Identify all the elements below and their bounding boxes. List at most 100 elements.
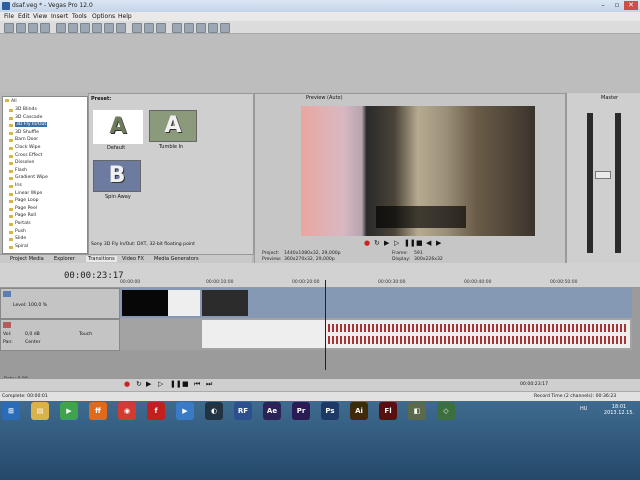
taskbar-app-icon[interactable]: ◐ [205,402,223,420]
save-icon[interactable] [28,23,38,33]
preset-tumble-thumb[interactable]: A [149,110,197,142]
taskbar-chrome-icon[interactable]: ◉ [118,402,136,420]
envelope-tool-icon[interactable] [184,23,194,33]
taskbar-app2-icon[interactable]: ◧ [408,402,426,420]
tree-item[interactable]: Portals [15,221,31,226]
play-icon[interactable]: ▶ [384,239,389,247]
tree-item[interactable]: Cross Effect [15,153,42,158]
tree-item[interactable]: 3D Cascade [15,115,42,120]
taskbar-ae-icon[interactable]: Ae [263,402,281,420]
next-frame-icon[interactable]: ▶ [436,239,441,247]
video-track-header[interactable]: Level: 100,0 % [0,288,120,319]
taskbar-explorer-icon[interactable]: ▤ [31,402,49,420]
tree-item[interactable]: Push [15,229,26,234]
edit-tool-icon[interactable] [172,23,182,33]
menu-help[interactable]: Help [118,13,132,20]
zoom-tool-icon[interactable] [208,23,218,33]
tab-transitions[interactable]: Transitions [86,256,117,262]
minimize-button[interactable]: – [596,1,610,10]
tree-item[interactable]: Page Loop [15,198,39,203]
taskbar-fl-icon[interactable]: Fl [379,402,397,420]
go-to-end-icon[interactable]: ⏭ [206,380,212,389]
loop-icon[interactable]: ↻ [374,239,380,247]
stop-icon[interactable]: ■ [416,239,423,247]
maximize-button[interactable]: ▫ [610,1,624,10]
taskbar-vegas-icon[interactable]: ▶ [176,402,194,420]
autocrossfade-icon[interactable] [144,23,154,33]
pause-icon[interactable]: ❚❚ [404,239,416,247]
audio-track-header[interactable]: Vol: 0,0 dB Pan: Center Touch [0,319,120,351]
pan-value[interactable]: Center [25,340,40,345]
transitions-tree[interactable]: All 3D Blinds 3D Cascade 3D Fly In/Out 3D S… [2,96,88,254]
tree-item[interactable]: 3D Fly In/Out [15,122,48,128]
tree-item[interactable]: Linear Wipe [15,191,42,196]
taskbar-pr-icon[interactable]: Pr [292,402,310,420]
transition-clip[interactable] [168,290,200,316]
snap-icon[interactable] [132,23,142,33]
system-clock[interactable]: 18:01 2013.12.15. [600,404,638,416]
tree-item[interactable]: Barn Door [15,137,38,142]
properties-icon[interactable] [40,23,50,33]
ripple-icon[interactable] [156,23,166,33]
preset-default-thumb[interactable]: A [93,110,143,144]
audio-track[interactable] [120,318,632,350]
tab-media-generators[interactable]: Media Generators [154,256,199,262]
render-icon[interactable] [56,23,66,33]
tree-item[interactable]: 3D Shuffle [15,130,39,135]
redo-icon[interactable] [116,23,126,33]
taskbar-ai-icon[interactable]: Ai [350,402,368,420]
master-fader[interactable] [595,171,611,179]
paste-icon[interactable] [92,23,102,33]
tree-item[interactable]: 3D Blinds [15,107,37,112]
menu-tools[interactable]: Tools [72,13,87,20]
tree-item[interactable]: Slide [15,236,26,241]
copy-icon[interactable] [80,23,90,33]
taskbar-ps-icon[interactable]: Ps [321,402,339,420]
prev-frame-icon[interactable]: ◀ [426,239,431,247]
tree-item[interactable]: Iris [15,183,22,188]
taskbar-flash-icon[interactable]: f [147,402,165,420]
record-icon[interactable]: ● [364,239,370,247]
video-clip[interactable] [202,290,248,316]
audio-clip[interactable] [202,320,630,348]
video-track[interactable] [120,288,632,318]
taskbar-rf-icon[interactable]: RF [234,402,252,420]
tree-item[interactable]: Spiral [15,244,28,249]
menu-insert[interactable]: Insert [51,13,68,20]
playhead-cursor[interactable] [325,280,326,370]
go-to-start-icon[interactable]: ⏮ [194,380,200,389]
language-indicator[interactable]: HU [580,406,587,412]
tree-item[interactable]: Dissolve [15,160,34,165]
close-button[interactable]: ✕ [624,1,638,10]
tab-project-media[interactable]: Project Media [10,256,44,262]
tab-video-fx[interactable]: Video FX [122,256,144,262]
play-from-start-icon[interactable]: ▷ [394,239,399,247]
menu-file[interactable]: File [4,13,14,20]
open-icon[interactable] [16,23,26,33]
new-icon[interactable] [4,23,14,33]
tree-item[interactable]: Clock Wipe [15,145,40,150]
stop-icon[interactable]: ■ [182,380,189,388]
menu-view[interactable]: View [33,13,47,20]
preview-mode-dropdown[interactable]: Preview (Auto) [306,95,343,101]
pause-icon[interactable]: ❚❚ [170,380,182,388]
tab-explorer[interactable]: Explorer [54,256,75,262]
preset-spin-thumb[interactable]: B [93,160,141,192]
play-from-start-icon[interactable]: ▷ [158,380,163,388]
tree-item[interactable]: Page Roll [15,213,36,218]
record-icon[interactable]: ● [124,380,130,388]
taskbar-start-icon[interactable]: ⊞ [2,402,20,420]
taskbar-app3-icon[interactable]: ◇ [437,402,455,420]
vol-value[interactable]: 0,0 dB [25,332,40,337]
tree-root[interactable]: All [5,99,17,104]
taskbar-media-icon[interactable]: ▶ [60,402,78,420]
help-icon[interactable] [220,23,230,33]
tree-item[interactable]: Gradient Wipe [15,175,48,180]
video-level[interactable]: Level: 100,0 % [13,303,47,308]
cut-icon[interactable] [68,23,78,33]
play-icon[interactable]: ▶ [146,380,151,388]
tree-item[interactable]: Flash [15,168,27,173]
selection-tool-icon[interactable] [196,23,206,33]
undo-icon[interactable] [104,23,114,33]
taskbar-firefox-icon[interactable]: ff [89,402,107,420]
